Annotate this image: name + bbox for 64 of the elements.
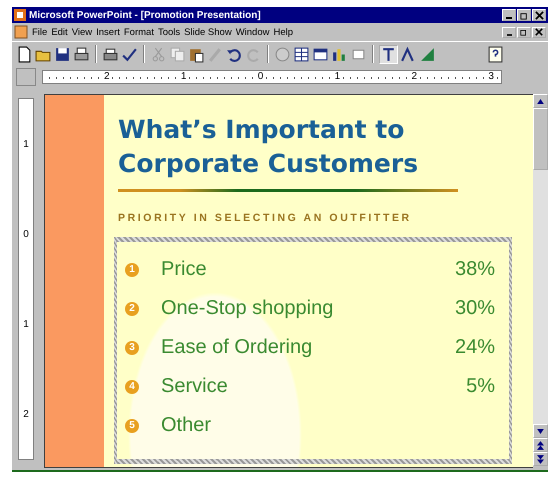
- item-percent: 5%: [466, 375, 495, 398]
- ruler-number: 1: [23, 318, 29, 330]
- ruler-number: 2: [23, 408, 29, 420]
- bullet-number: 2: [125, 302, 139, 316]
- minimize-icon: [506, 16, 512, 18]
- slide-title: What’s Important to Corporate Customers: [118, 114, 420, 180]
- ruler-number: 0: [23, 228, 29, 240]
- minimize-icon: [506, 34, 512, 36]
- document-icon: [14, 25, 28, 39]
- menu-item[interactable]: Tools: [158, 26, 180, 38]
- shape-icon[interactable]: [419, 46, 436, 62]
- bullet-number: 4: [125, 380, 139, 394]
- menu-item[interactable]: Slide Show: [184, 26, 232, 38]
- ruler-number: 1: [23, 138, 29, 150]
- menu-item[interactable]: Edit: [51, 26, 68, 38]
- menu-item[interactable]: Window: [236, 26, 270, 38]
- item-percent: 38%: [454, 258, 495, 281]
- save-icon[interactable]: [54, 46, 71, 62]
- item-label: Service: [161, 375, 229, 398]
- bullet-number: 3: [125, 340, 139, 354]
- down-arrow-icon: [537, 428, 544, 434]
- window-icon[interactable]: [312, 46, 329, 62]
- menu-item[interactable]: Insert: [96, 26, 120, 38]
- previous-slide-button[interactable]: [533, 438, 548, 452]
- item-label: Ease of Ordering: [161, 336, 314, 359]
- item-label: One-Stop shopping: [161, 297, 334, 320]
- double-up-arrow-icon: [537, 440, 544, 450]
- printer-icon[interactable]: [73, 46, 90, 62]
- minimize-button[interactable]: [502, 9, 516, 21]
- menu-item[interactable]: View: [72, 26, 92, 38]
- close-button[interactable]: [532, 9, 546, 21]
- restore-button[interactable]: [517, 26, 531, 38]
- menu-item[interactable]: Help: [273, 26, 294, 38]
- slide-subtitle: PRIORITY IN SELECTING AN OUTFITTER: [118, 212, 413, 224]
- vertical-scrollbar[interactable]: [533, 94, 548, 466]
- close-button[interactable]: [532, 26, 546, 38]
- menu-item[interactable]: Format: [124, 26, 154, 38]
- help-icon[interactable]: [487, 46, 504, 62]
- restore-icon: [520, 28, 528, 36]
- app-icon: [14, 9, 26, 21]
- ruler-corner: [16, 68, 36, 86]
- scroll-down-button[interactable]: [533, 424, 548, 438]
- double-down-arrow-icon: [537, 454, 544, 464]
- text-tool-icon[interactable]: [379, 44, 398, 64]
- menu-item[interactable]: File: [32, 26, 48, 38]
- selected-text-box[interactable]: 1 Price 38% 2 One-Stop shopping 30% 3 Ease of Ordering 24% 4 Service 5% 5 Other: [114, 237, 512, 464]
- new-document-icon[interactable]: [16, 46, 33, 62]
- printer-icon[interactable]: [102, 46, 119, 62]
- close-icon: [534, 10, 544, 20]
- next-slide-button[interactable]: [533, 452, 548, 466]
- table-icon[interactable]: [293, 46, 310, 62]
- window-title: Microsoft PowerPoint - [Promotion Presentation]: [29, 10, 262, 20]
- item-percent: 30%: [454, 297, 495, 320]
- item-label: Other: [161, 414, 212, 437]
- minimize-button[interactable]: [502, 26, 516, 38]
- close-icon: [535, 28, 543, 36]
- scroll-up-button[interactable]: [533, 94, 548, 108]
- scroll-thumb[interactable]: [533, 108, 548, 170]
- up-arrow-icon: [537, 98, 544, 104]
- bullet-number: 1: [125, 262, 139, 276]
- bullet-number: 5: [125, 418, 139, 432]
- item-percent: 24%: [454, 336, 495, 359]
- restore-button[interactable]: [517, 9, 531, 21]
- item-label: Price: [161, 258, 208, 281]
